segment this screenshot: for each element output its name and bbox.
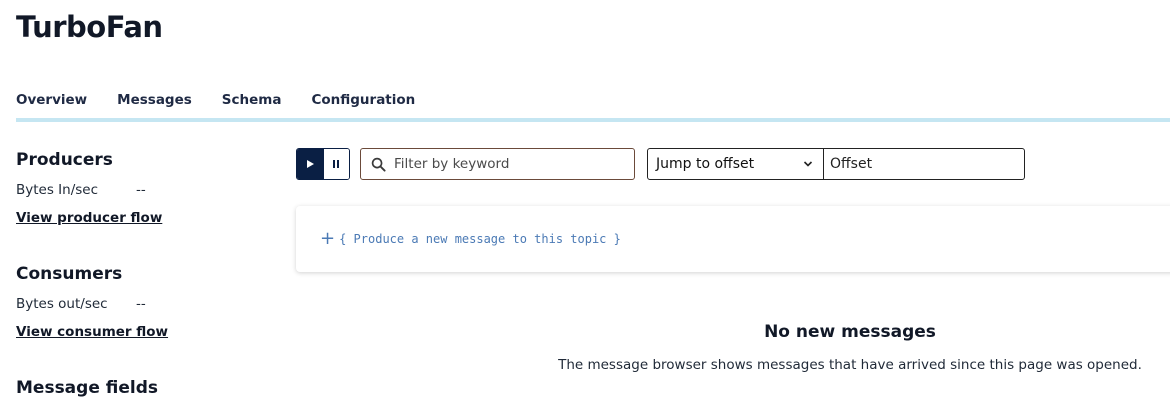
offset-field — [823, 148, 1025, 180]
bytes-in-row: Bytes In/sec -- — [16, 182, 162, 198]
produce-message-label: { Produce a new message to this topic } — [339, 232, 621, 246]
producers-section: Producers Bytes In/sec -- View producer … — [16, 150, 162, 226]
play-button[interactable] — [297, 149, 323, 179]
page-title: TurboFan — [16, 10, 163, 44]
message-fields-section: Message fields — [16, 378, 158, 398]
consumers-heading: Consumers — [16, 264, 123, 284]
jump-to-offset-select[interactable]: Jump to offset — [647, 148, 824, 180]
plus-icon: + — [320, 228, 336, 249]
view-producer-flow-link[interactable]: View producer flow — [16, 210, 162, 226]
bytes-in-label: Bytes In/sec — [16, 182, 99, 198]
bytes-out-label: Bytes out/sec — [16, 296, 108, 312]
offset-input[interactable] — [830, 156, 1020, 172]
bytes-in-value: -- — [136, 182, 146, 198]
play-pause-toggle — [296, 148, 350, 180]
chevron-down-icon — [803, 161, 813, 167]
bytes-out-value: -- — [136, 296, 146, 312]
tab-divider — [16, 118, 1170, 122]
message-fields-heading: Message fields — [16, 378, 159, 398]
produce-message-button[interactable]: + { Produce a new message to this topic … — [296, 206, 1170, 272]
consumers-section: Consumers Bytes out/sec -- View consumer… — [16, 264, 168, 340]
search-icon — [371, 157, 386, 172]
producers-heading: Producers — [16, 150, 113, 170]
empty-state-description: The message browser shows messages that … — [558, 357, 1142, 373]
jump-select-value: Jump to offset — [656, 156, 755, 172]
pause-icon — [333, 160, 340, 168]
pause-button[interactable] — [322, 149, 349, 179]
bytes-out-row: Bytes out/sec -- — [16, 296, 168, 312]
view-consumer-flow-link[interactable]: View consumer flow — [16, 324, 168, 340]
empty-state-title: No new messages — [764, 322, 936, 342]
search-input[interactable] — [394, 156, 624, 172]
play-icon — [306, 160, 314, 168]
keyword-filter — [360, 148, 635, 180]
